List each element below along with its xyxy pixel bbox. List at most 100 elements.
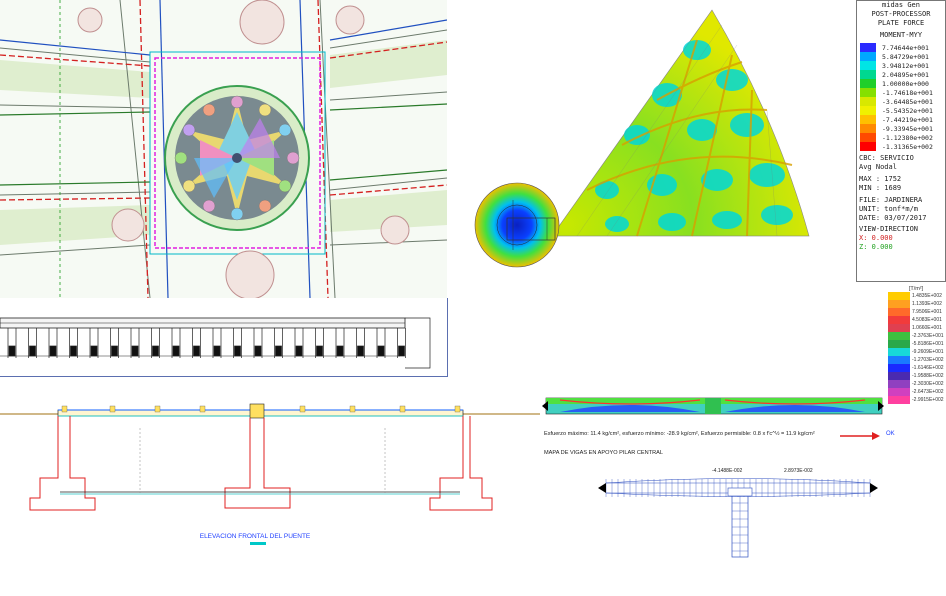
legend-avg: Avg Nodal xyxy=(859,163,897,171)
scale-row: -2.9915E+002 xyxy=(888,396,944,404)
scale-value: -2.6473E+002 xyxy=(912,389,944,395)
legend-unit: UNIT: tonf*m/m xyxy=(859,205,919,213)
legend-file: FILE: JARDINERA xyxy=(859,196,923,204)
stress-scale: [T/m²] 1.4835E+002 1.1393E+002 7.9506E+0… xyxy=(888,286,944,404)
legend-value: -9.33945e+001 xyxy=(882,124,933,133)
scale-row: 1.0660E+001 xyxy=(888,324,944,332)
elevation-drawing xyxy=(0,317,431,369)
scale-value: 7.9506E+001 xyxy=(912,309,942,315)
scale-swatch xyxy=(888,372,910,380)
legend-row: -1.74618e+001 xyxy=(857,88,945,97)
right-value: 2.8973E-002 xyxy=(784,468,813,474)
elevation-footing xyxy=(90,345,98,357)
legend-row: -1.12380e+002 xyxy=(857,133,945,142)
scale-swatch xyxy=(888,356,910,364)
legend-swatch xyxy=(860,133,876,142)
elevation-footing xyxy=(172,345,180,357)
legend-max: MAX : 1752 xyxy=(859,175,902,183)
legend-row: -3.64485e+001 xyxy=(857,97,945,106)
scale-row: -1.6146E+002 xyxy=(888,364,944,372)
scale-value: -2.3030E+002 xyxy=(912,381,944,387)
legend-swatch xyxy=(860,43,876,52)
elevation-footing xyxy=(49,345,57,357)
legend-row: 2.04895e+001 xyxy=(857,70,945,79)
ok-label: OK xyxy=(886,431,895,437)
scale-row: 4.5083E+001 xyxy=(888,316,944,324)
scale-swatch xyxy=(888,332,910,340)
elevation-footing xyxy=(295,345,303,357)
contour-legend: midas Gen POST-PROCESSOR PLATE FORCE MOM… xyxy=(856,0,946,282)
scale-swatch xyxy=(888,324,910,332)
scale-value: -2.3763E+001 xyxy=(912,333,944,339)
legend-swatch xyxy=(860,61,876,70)
legend-row: 3.94812e+001 xyxy=(857,61,945,70)
stress-summary: Esfuerzo máximo: 11.4 kg/cm², esfuerzo m… xyxy=(544,431,815,437)
legend-z: Z: 0.000 xyxy=(859,243,893,251)
legend-row: 7.74644e+001 xyxy=(857,43,945,52)
legend-row: -1.31365e+002 xyxy=(857,142,945,151)
legend-min: MIN : 1689 xyxy=(859,184,902,192)
scale-value: -9.2609E+001 xyxy=(912,349,944,355)
scale-swatch xyxy=(888,300,910,308)
elevation-footing xyxy=(275,345,282,357)
scale-row: -1.2703E+002 xyxy=(888,356,944,364)
left-value: -4.1488E-002 xyxy=(712,468,743,474)
scale-value: 1.4835E+002 xyxy=(912,293,942,299)
scale-value: 4.5083E+001 xyxy=(912,317,942,323)
stress-analysis-panel: Esfuerzo máximo: 11.4 kg/cm², esfuerzo m… xyxy=(540,298,946,596)
scale-value: -1.2703E+002 xyxy=(912,357,944,363)
scale-swatch xyxy=(888,388,910,396)
legend-row: -9.33945e+001 xyxy=(857,124,945,133)
scale-row: 1.4835E+002 xyxy=(888,292,944,300)
elevation-footing xyxy=(70,345,77,357)
elevation-footing xyxy=(8,345,16,357)
scale-swatch xyxy=(888,380,910,388)
legend-swatch xyxy=(860,124,876,133)
elevation-footing xyxy=(316,345,323,357)
scale-swatch xyxy=(888,308,910,316)
scale-row: -9.2609E+001 xyxy=(888,348,944,356)
elevation-footing xyxy=(29,345,36,357)
legend-swatch xyxy=(860,70,876,79)
elevation-footing xyxy=(336,345,344,357)
elevation-footing xyxy=(254,345,262,357)
scale-value: -1.9588E+002 xyxy=(912,373,944,379)
legend-case: CBC: SERVICIO xyxy=(859,154,914,162)
elevation-footing xyxy=(377,345,385,357)
legend-x: X: 0.000 xyxy=(859,234,893,242)
legend-row: -5.54352e+001 xyxy=(857,106,945,115)
elevation-footing xyxy=(152,345,159,357)
scale-value: 1.0660E+001 xyxy=(912,325,942,331)
legend-value: -1.74618e+001 xyxy=(882,88,933,97)
scale-value: -2.9915E+002 xyxy=(912,397,944,403)
site-plan-drawing xyxy=(0,0,447,298)
scale-swatch xyxy=(888,340,910,348)
legend-swatch xyxy=(860,88,876,97)
legend-value: 3.94812e+001 xyxy=(882,61,929,70)
scale-swatch xyxy=(888,292,910,300)
legend-value: 1.00000e+000 xyxy=(882,79,929,88)
legend-value: -7.44219e+001 xyxy=(882,115,933,124)
legend-app: midas Gen xyxy=(882,1,920,9)
legend-swatch xyxy=(860,79,876,88)
section-drawing: ELEVACION FRONTAL DEL PUENTE xyxy=(0,403,540,545)
legend-swatch xyxy=(860,115,876,124)
scale-value: -5.8186E+001 xyxy=(912,341,944,347)
legend-row: 5.84729e+001 xyxy=(857,52,945,61)
legend-swatch xyxy=(860,106,876,115)
elevation-footing xyxy=(398,345,405,357)
legend-row: -7.44219e+001 xyxy=(857,115,945,124)
map-title: MAPA DE VIGAS EN APOYO PILAR CENTRAL xyxy=(544,450,663,456)
scale-row: -2.3763E+001 xyxy=(888,332,944,340)
legend-date: DATE: 03/07/2017 xyxy=(859,214,927,222)
scale-value: 1.1393E+002 xyxy=(912,301,942,307)
legend-value: 2.04895e+001 xyxy=(882,70,929,79)
elevation-footing xyxy=(213,345,221,357)
scale-row: 7.9506E+001 xyxy=(888,308,944,316)
legend-view: VIEW-DIRECTION xyxy=(859,225,919,233)
legend-row: 1.00000e+000 xyxy=(857,79,945,88)
legend-type: PLATE FORCE xyxy=(877,19,925,27)
scale-row: -2.6473E+002 xyxy=(888,388,944,396)
scale-value: -1.6146E+002 xyxy=(912,365,944,371)
legend-value: -5.54352e+001 xyxy=(882,106,933,115)
